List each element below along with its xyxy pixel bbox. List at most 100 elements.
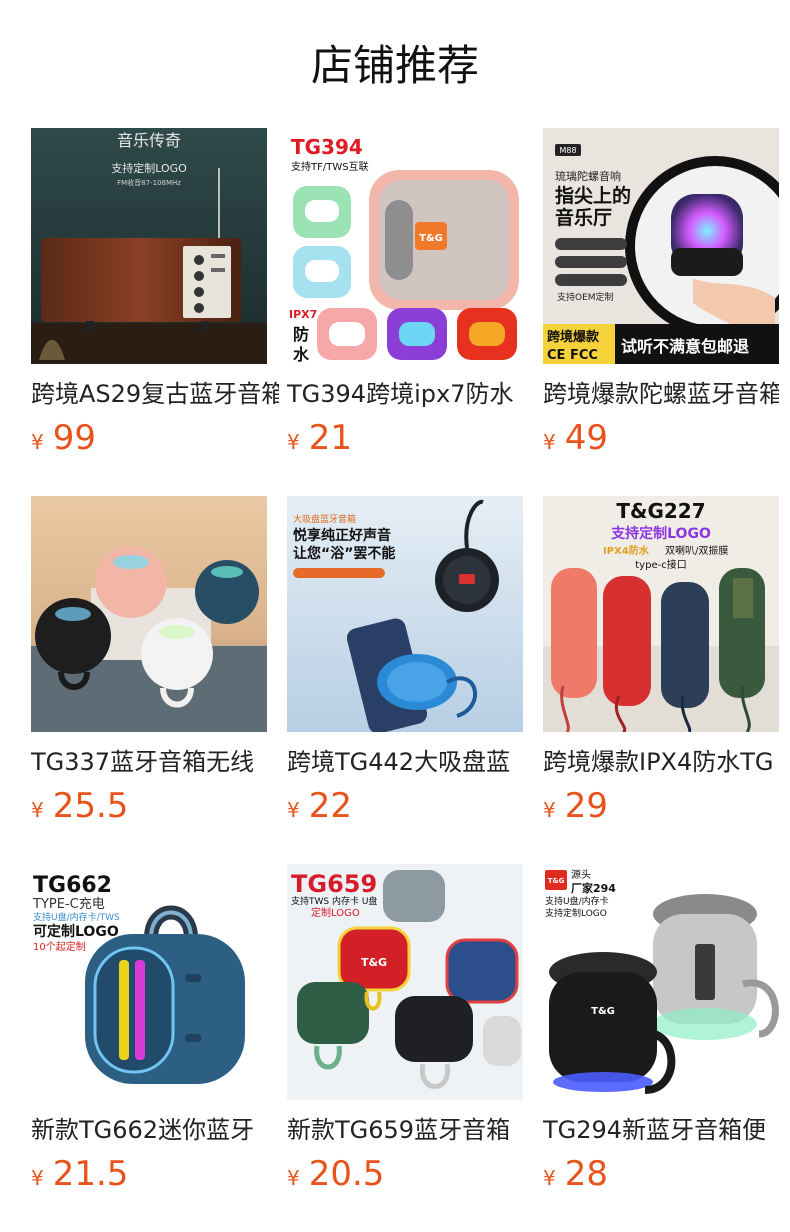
product-image[interactable]: 大吸盘蓝牙音箱 悦享纯正好声音 让您“浴”罢不能 — [287, 496, 523, 732]
product-name[interactable]: 新款TG662迷你蓝牙 — [31, 1114, 279, 1148]
svg-text:支持U盘/内存卡: 支持U盘/内存卡 — [545, 895, 609, 907]
svg-text:指尖上的: 指尖上的 — [555, 184, 631, 207]
svg-text:T&G227: T&G227 — [616, 499, 705, 523]
product-card[interactable]: 音乐传奇 支持定制LOGO FM收音87-108MHz 跨境AS29复古蓝牙音箱… — [31, 128, 279, 496]
svg-text:T&G: T&G — [361, 956, 387, 969]
product-price: ¥ 99 — [31, 416, 96, 460]
currency-symbol: ¥ — [543, 430, 556, 454]
product-card[interactable]: T&G 源头 厂家294 支持U盘/内存卡 支持定制LOGO T&G TG294… — [543, 864, 779, 1232]
product-price: ¥ 25.5 — [31, 784, 128, 828]
shop-recommendation-page: 店铺推荐 音乐传奇 支持定制LOGO FM收音87-108MHz 跨境AS29复… — [0, 0, 790, 1232]
product-price: ¥ 28 — [543, 1152, 608, 1196]
product-name[interactable]: TG294新蓝牙音箱便 — [543, 1114, 779, 1148]
price-amount: 29 — [564, 786, 608, 826]
product-grid: 音乐传奇 支持定制LOGO FM收音87-108MHz 跨境AS29复古蓝牙音箱… — [31, 128, 779, 1232]
svg-text:厂家294: 厂家294 — [571, 881, 616, 895]
product-price: ¥ 20.5 — [287, 1152, 384, 1196]
product-card[interactable]: TG659 支持TWS 内存卡 U盘 定制LOGO T&G 新款TG659蓝牙音… — [287, 864, 523, 1232]
price-amount: 99 — [52, 418, 96, 458]
svg-text:TG394: TG394 — [291, 135, 363, 159]
product-name[interactable]: 跨境AS29复古蓝牙音箱 — [31, 378, 279, 412]
product-image[interactable]: T&G 源头 厂家294 支持U盘/内存卡 支持定制LOGO T&G — [543, 864, 779, 1100]
tg294-speaker-image: T&G 源头 厂家294 支持U盘/内存卡 支持定制LOGO T&G — [543, 864, 779, 1100]
product-price: ¥ 21.5 — [31, 1152, 128, 1196]
product-image[interactable]: M88 琉璃陀螺音响 指尖上的 音乐厅 支持OEM定制 跨境爆款 CE FCC … — [543, 128, 779, 364]
svg-text:支持TWS 内存卡 U盘: 支持TWS 内存卡 U盘 — [291, 895, 377, 907]
price-amount: 21 — [308, 418, 352, 458]
price-amount: 49 — [564, 418, 608, 458]
product-card[interactable]: 大吸盘蓝牙音箱 悦享纯正好声音 让您“浴”罢不能 跨境TG442大吸盘蓝 ¥ 2… — [287, 496, 523, 864]
product-image[interactable]: TG662 TYPE-C充电 支持U盘/内存卡/TWS 可定制LOGO 10个起… — [31, 864, 267, 1100]
price-amount: 21.5 — [52, 1154, 129, 1194]
product-price: ¥ 49 — [543, 416, 608, 460]
svg-text:跨境爆款: 跨境爆款 — [547, 329, 600, 345]
svg-text:M88: M88 — [559, 146, 576, 155]
product-card[interactable]: T&G227 支持定制LOGO IPX4防水 双喇叭/双振膜 type-c接口 — [543, 496, 779, 864]
gyro-speaker-image: M88 琉璃陀螺音响 指尖上的 音乐厅 支持OEM定制 跨境爆款 CE FCC … — [543, 128, 779, 364]
svg-text:TG659: TG659 — [291, 870, 377, 898]
product-card[interactable]: TG662 TYPE-C充电 支持U盘/内存卡/TWS 可定制LOGO 10个起… — [31, 864, 267, 1232]
currency-symbol: ¥ — [543, 798, 556, 822]
tg394-speaker-image: TG394 支持TF/TWS互联 T&G IPX7 防 水 — [287, 128, 523, 364]
price-amount: 28 — [564, 1154, 608, 1194]
tg662-speaker-image: TG662 TYPE-C充电 支持U盘/内存卡/TWS 可定制LOGO 10个起… — [31, 864, 267, 1100]
tg337-speaker-image — [31, 496, 267, 732]
price-amount: 25.5 — [52, 786, 129, 826]
currency-symbol: ¥ — [287, 1166, 300, 1190]
product-price: ¥ 22 — [287, 784, 352, 828]
svg-text:FM收音87-108MHz: FM收音87-108MHz — [117, 178, 181, 187]
currency-symbol: ¥ — [31, 798, 44, 822]
svg-text:支持TF/TWS互联: 支持TF/TWS互联 — [291, 160, 369, 173]
product-image[interactable]: TG394 支持TF/TWS互联 T&G IPX7 防 水 — [287, 128, 523, 364]
product-name[interactable]: 跨境爆款IPX4防水TG — [543, 746, 779, 780]
product-name[interactable]: 跨境爆款陀螺蓝牙音箱 — [543, 378, 779, 412]
svg-text:大吸盘蓝牙音箱: 大吸盘蓝牙音箱 — [293, 513, 356, 525]
svg-text:音乐厅: 音乐厅 — [555, 206, 612, 229]
svg-text:可定制LOGO: 可定制LOGO — [33, 923, 119, 940]
product-price: ¥ 29 — [543, 784, 608, 828]
product-image[interactable]: TG659 支持TWS 内存卡 U盘 定制LOGO T&G — [287, 864, 523, 1100]
svg-text:悦享纯正好声音: 悦享纯正好声音 — [293, 527, 391, 544]
product-name[interactable]: 跨境TG442大吸盘蓝 — [287, 746, 535, 780]
svg-text:支持定制LOGO: 支持定制LOGO — [545, 907, 607, 919]
svg-text:音乐传奇: 音乐传奇 — [117, 131, 181, 150]
product-name[interactable]: 新款TG659蓝牙音箱 — [287, 1114, 535, 1148]
svg-text:TG662: TG662 — [33, 873, 112, 898]
retro-speaker-image: 音乐传奇 支持定制LOGO FM收音87-108MHz — [31, 128, 267, 364]
product-card[interactable]: M88 琉璃陀螺音响 指尖上的 音乐厅 支持OEM定制 跨境爆款 CE FCC … — [543, 128, 779, 496]
svg-text:支持定制LOGO: 支持定制LOGO — [111, 161, 187, 175]
svg-text:防: 防 — [293, 325, 309, 344]
svg-text:TYPE-C充电: TYPE-C充电 — [32, 896, 105, 912]
currency-symbol: ¥ — [31, 1166, 44, 1190]
tg659-speaker-image: TG659 支持TWS 内存卡 U盘 定制LOGO T&G — [287, 864, 523, 1100]
product-name[interactable]: TG337蓝牙音箱无线 — [31, 746, 279, 780]
product-image[interactable]: 音乐传奇 支持定制LOGO FM收音87-108MHz — [31, 128, 267, 364]
svg-text:10个起定制: 10个起定制 — [33, 940, 86, 953]
svg-text:试听不满意包邮退: 试听不满意包邮退 — [621, 337, 749, 356]
svg-text:支持定制LOGO: 支持定制LOGO — [610, 525, 711, 542]
svg-text:双喇叭/双振膜: 双喇叭/双振膜 — [665, 544, 728, 557]
svg-text:定制LOGO: 定制LOGO — [311, 906, 360, 919]
svg-text:type-c接口: type-c接口 — [635, 558, 686, 571]
svg-text:CE FCC: CE FCC — [547, 348, 598, 363]
svg-text:支持U盘/内存卡/TWS: 支持U盘/内存卡/TWS — [33, 911, 120, 923]
price-amount: 20.5 — [308, 1154, 385, 1194]
product-card[interactable]: TG394 支持TF/TWS互联 T&G IPX7 防 水 TG394跨境ipx… — [287, 128, 523, 496]
product-name[interactable]: TG394跨境ipx7防水 — [287, 378, 535, 412]
svg-text:T&G: T&G — [419, 233, 443, 244]
svg-text:IPX7: IPX7 — [289, 308, 317, 321]
currency-symbol: ¥ — [287, 430, 300, 454]
svg-text:源头: 源头 — [571, 868, 591, 881]
svg-text:支持OEM定制: 支持OEM定制 — [557, 291, 614, 303]
product-image[interactable]: T&G227 支持定制LOGO IPX4防水 双喇叭/双振膜 type-c接口 — [543, 496, 779, 732]
product-price: ¥ 21 — [287, 416, 352, 460]
tg442-suction-speaker-image: 大吸盘蓝牙音箱 悦享纯正好声音 让您“浴”罢不能 — [287, 496, 523, 732]
product-card[interactable]: TG337蓝牙音箱无线 ¥ 25.5 — [31, 496, 267, 864]
page-title: 店铺推荐 — [310, 41, 479, 90]
product-image[interactable] — [31, 496, 267, 732]
svg-text:IPX4防水: IPX4防水 — [603, 544, 650, 557]
tg227-speaker-image: T&G227 支持定制LOGO IPX4防水 双喇叭/双振膜 type-c接口 — [543, 496, 779, 732]
currency-symbol: ¥ — [287, 798, 300, 822]
svg-text:T&G: T&G — [548, 877, 565, 885]
price-amount: 22 — [308, 786, 352, 826]
